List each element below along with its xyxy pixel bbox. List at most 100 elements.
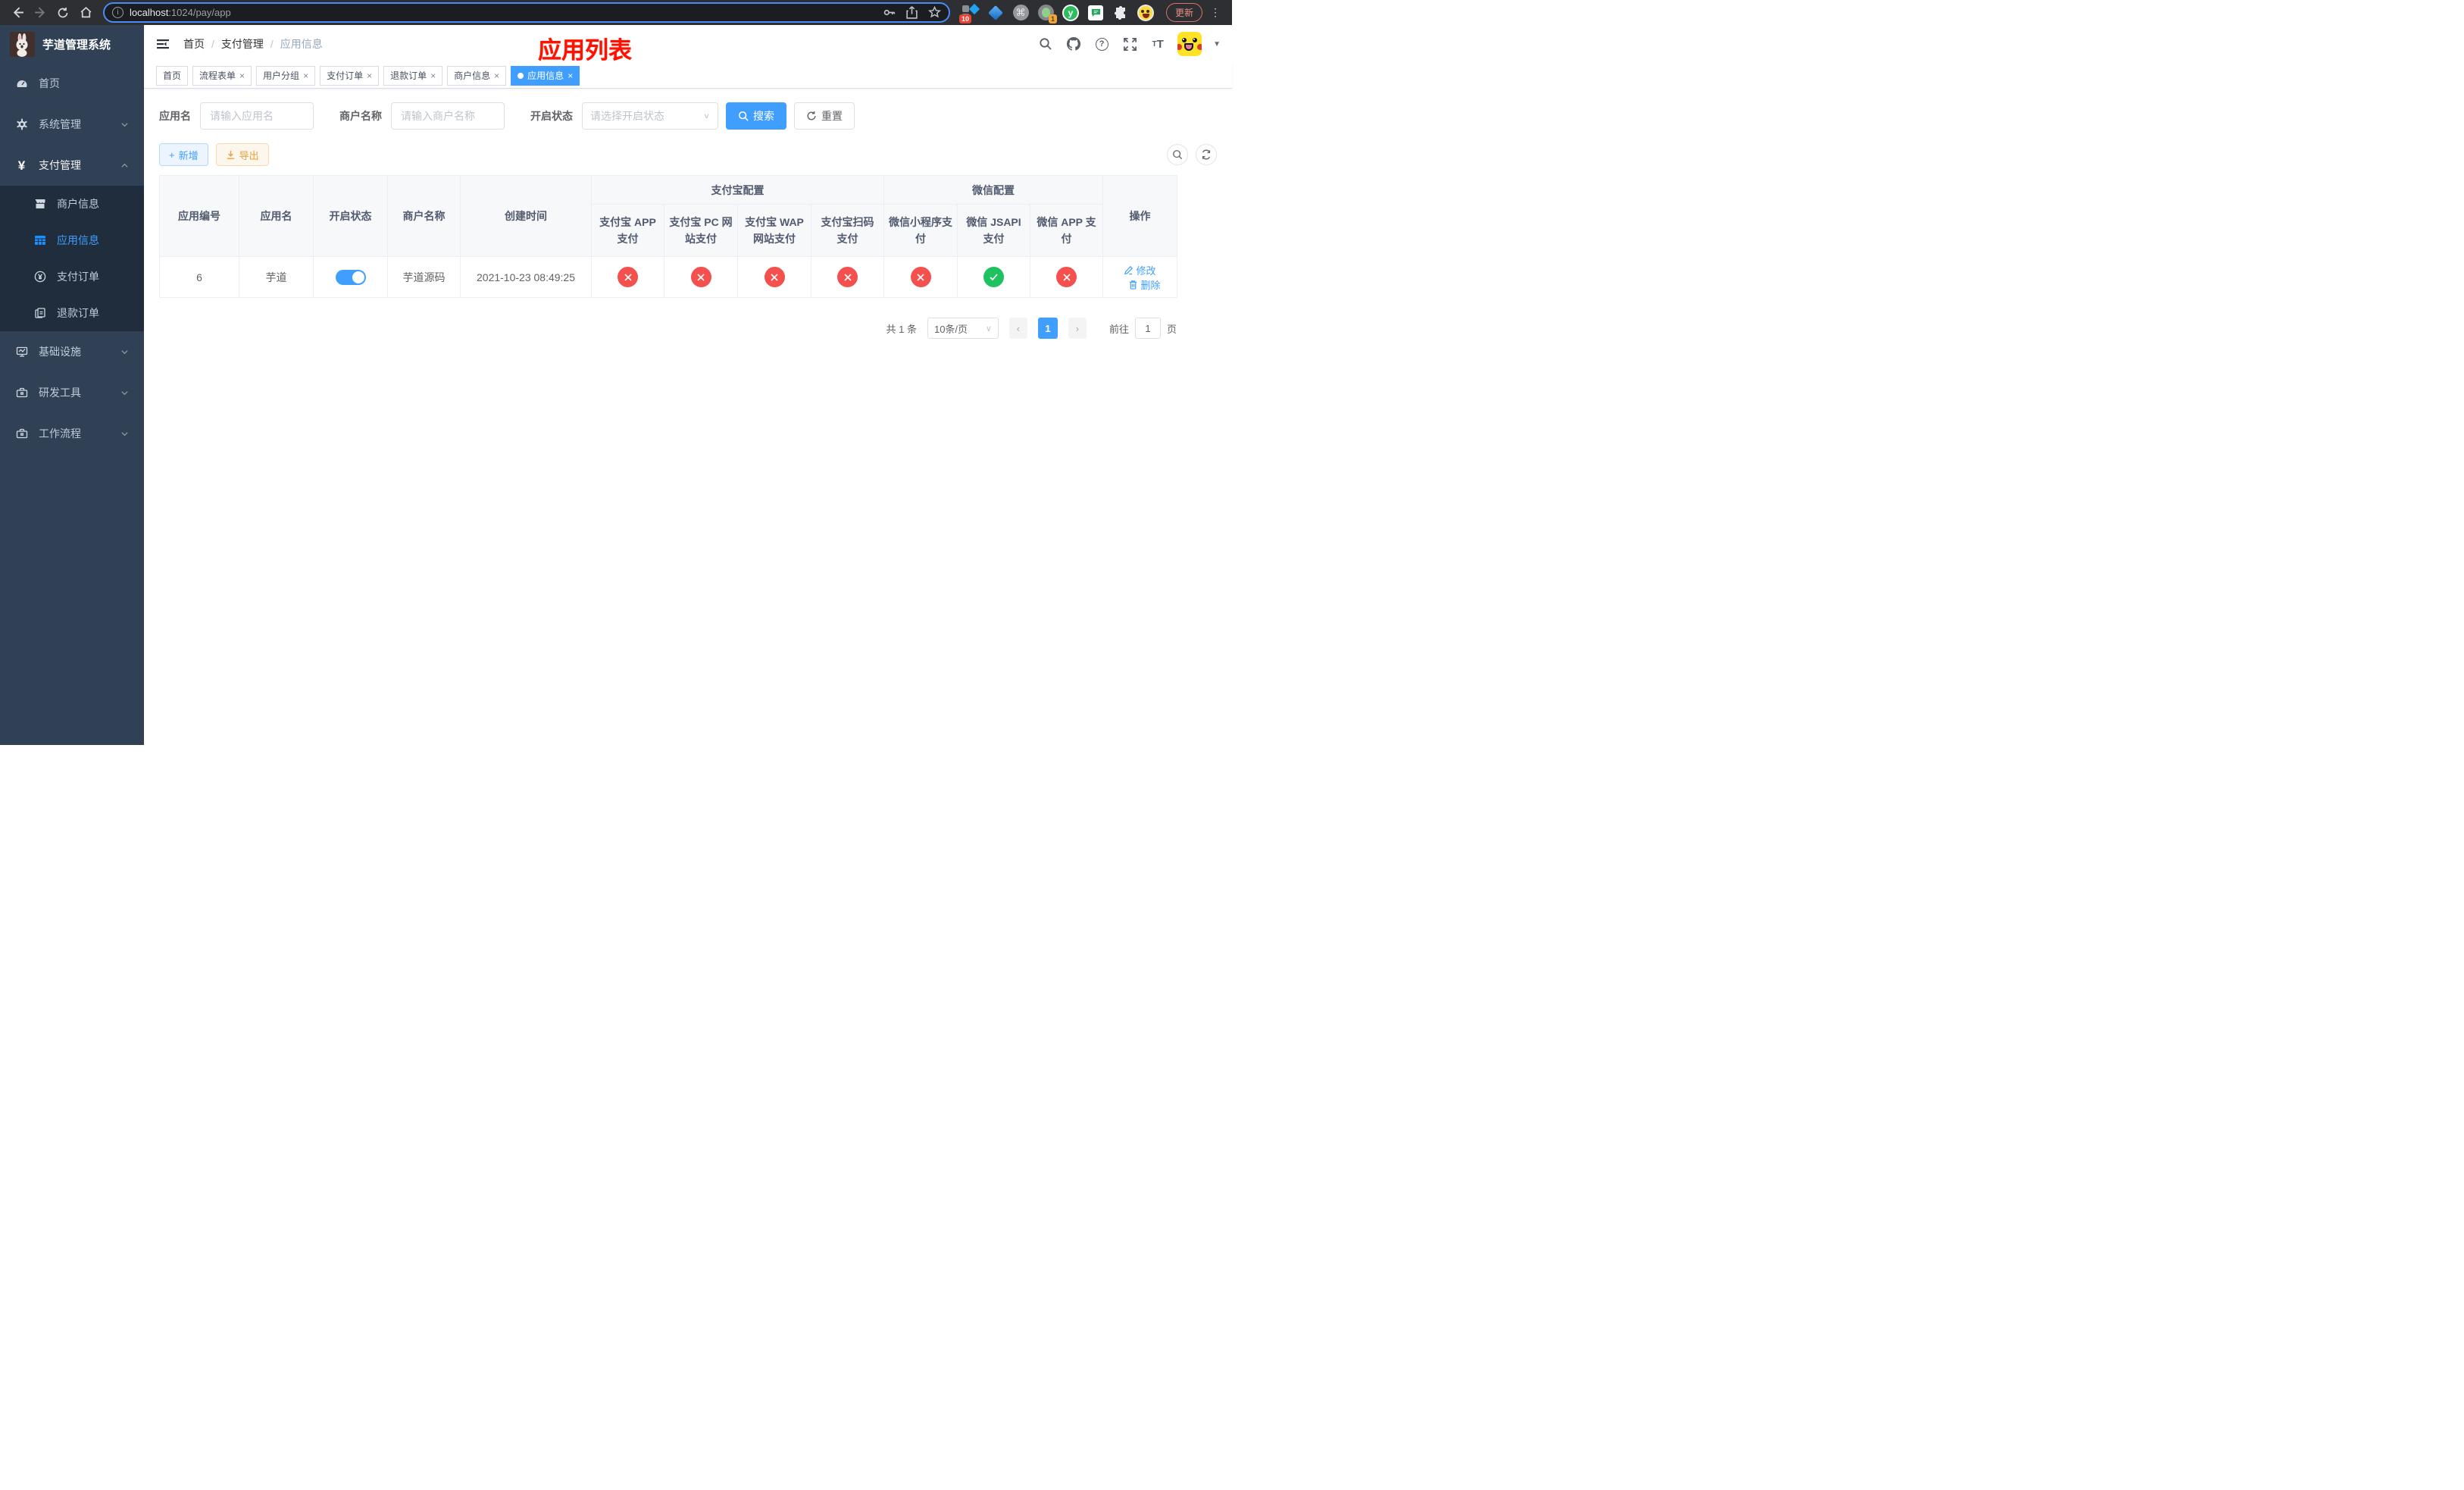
extension-yuque-icon[interactable]: y (1062, 4, 1079, 21)
status-label: 开启状态 (530, 110, 573, 122)
fullscreen-icon[interactable] (1121, 36, 1138, 52)
toggle-search-button[interactable] (1167, 144, 1188, 165)
close-icon[interactable]: × (367, 71, 372, 80)
close-icon[interactable]: × (430, 71, 436, 80)
chevron-down-icon (120, 430, 129, 438)
tag-home[interactable]: 首页× (156, 65, 189, 86)
extensions-puzzle-icon[interactable] (1112, 5, 1129, 21)
sidebar-item-merchant-info[interactable]: 商户信息 (0, 186, 144, 222)
sidebar-item-dev-tools[interactable]: 研发工具 (0, 372, 144, 413)
breadcrumb-separator: / (211, 38, 214, 50)
column-header-alipay-app: 支付宝 APP 支付 (591, 204, 664, 257)
sidebar-item-label: 首页 (39, 77, 60, 89)
close-icon[interactable]: × (494, 71, 499, 80)
browser-update-button[interactable]: 更新 (1166, 3, 1203, 22)
tag-pay-order[interactable]: 支付订单 × (320, 65, 380, 86)
column-header-wechat-app: 微信 APP 支付 (1030, 204, 1103, 257)
search-button[interactable]: 搜索 (726, 102, 786, 130)
tag-process-form[interactable]: 流程表单 × (192, 65, 252, 86)
add-button[interactable]: + 新增 (159, 143, 208, 166)
page-number-1[interactable]: 1 (1037, 318, 1058, 339)
sidebar-item-refund-order[interactable]: 退款订单 (0, 295, 144, 331)
payment-status-icon (618, 267, 638, 287)
tag-app-info[interactable]: 应用信息 × (511, 65, 580, 86)
user-menu-caret-icon[interactable]: ▼ (1213, 40, 1221, 49)
sidebar-logo-row[interactable]: 芋道管理系统 (0, 25, 144, 63)
browser-back-button[interactable] (8, 3, 27, 23)
sidebar-item-pay-order[interactable]: 支付订单 (0, 258, 144, 295)
password-key-icon[interactable] (883, 6, 896, 19)
sidebar-item-infra[interactable]: 基础设施 (0, 331, 144, 372)
address-bar[interactable]: i localhost:1024/pay/app (103, 2, 950, 23)
bookmark-star-icon[interactable] (928, 6, 941, 19)
edit-link[interactable]: 修改 (1124, 263, 1156, 277)
breadcrumb-home[interactable]: 首页 (183, 36, 205, 52)
close-icon[interactable]: × (568, 71, 573, 80)
sidebar-item-label: 基础设施 (39, 346, 81, 358)
github-icon[interactable] (1065, 36, 1082, 52)
sidebar-item-home[interactable]: 首页 (0, 63, 144, 104)
extension-command-icon[interactable]: ⌘ (1012, 5, 1029, 21)
page-size-select[interactable]: 10条/页 ∨ (927, 318, 999, 339)
column-header-wechat-mini: 微信小程序支付 (883, 204, 958, 257)
tag-merchant-info[interactable]: 商户信息 × (447, 65, 507, 86)
search-form: 应用名 商户名称 开启状态 请选择开启状态 ∨ 搜索 重置 (159, 102, 1217, 130)
goto-label: 前往 (1108, 323, 1129, 335)
extension-emoji-icon[interactable] (1137, 4, 1154, 21)
toolbox-icon (15, 427, 28, 440)
refresh-table-button[interactable] (1196, 144, 1217, 165)
sidebar-item-workflow[interactable]: 工作流程 (0, 413, 144, 454)
breadcrumb-current: 应用信息 (280, 38, 323, 50)
delete-link[interactable]: 删除 (1128, 277, 1161, 292)
plus-icon: + (169, 149, 175, 161)
pagination-total: 共 1 条 (886, 323, 917, 335)
close-icon[interactable]: × (239, 71, 245, 80)
cell-app-name: 芋道 (239, 256, 314, 298)
browser-forward-button[interactable] (30, 3, 50, 23)
extension-blue-diamond-icon[interactable]: 10 (959, 3, 980, 23)
merchant-name-input[interactable] (391, 102, 505, 130)
search-icon (738, 111, 749, 121)
search-icon (1173, 150, 1183, 160)
share-icon[interactable] (906, 6, 918, 19)
header-search-button[interactable] (1037, 36, 1054, 52)
tag-refund-order[interactable]: 退款订单 × (383, 65, 443, 86)
app-name-input[interactable] (200, 102, 314, 130)
sidebar-item-system[interactable]: 系统管理 (0, 104, 144, 145)
reset-button[interactable]: 重置 (794, 102, 855, 130)
browser-reload-button[interactable] (53, 3, 73, 23)
site-info-icon[interactable]: i (112, 7, 124, 18)
font-size-icon[interactable]: TT (1149, 36, 1166, 52)
puzzle-glyph (1115, 5, 1125, 20)
browser-home-button[interactable] (76, 3, 95, 23)
cell-created-time: 2021-10-23 08:49:25 (460, 256, 592, 298)
goto-page-input[interactable] (1134, 318, 1161, 339)
export-button[interactable]: 导出 (215, 143, 269, 166)
refresh-icon (1202, 149, 1211, 160)
extension-chat-icon[interactable] (1087, 5, 1104, 21)
breadcrumb-payment[interactable]: 支付管理 (221, 36, 264, 52)
edit-pencil-icon (1124, 265, 1134, 274)
url-text[interactable]: localhost:1024/pay/app (130, 7, 877, 18)
tag-user-group[interactable]: 用户分组 × (256, 65, 316, 86)
tags-view: 首页× 流程表单× 用户分组× 支付订单× 退款订单× 商户信息× 应用信息× (144, 63, 1232, 89)
browser-menu-button[interactable]: ⋮ (1210, 6, 1221, 19)
sidebar-item-payment[interactable]: ¥ 支付管理 (0, 145, 144, 186)
payment-status-icon (764, 267, 785, 287)
prev-page-button[interactable]: ‹ (1008, 318, 1027, 339)
forward-arrow-icon (34, 7, 45, 18)
status-select[interactable]: 请选择开启状态 ∨ (582, 102, 718, 130)
sidebar-collapse-button[interactable] (155, 36, 170, 52)
close-icon[interactable]: × (303, 71, 308, 80)
status-toggle[interactable] (335, 269, 366, 285)
sidebar-item-app-info[interactable]: 应用信息 (0, 222, 144, 258)
app-logo (10, 31, 35, 57)
table-toolbar: + 新增 导出 (159, 143, 1217, 166)
extension-recorder-icon[interactable]: 1 (1037, 5, 1057, 23)
payment-status-icon (837, 267, 858, 287)
next-page-button[interactable]: › (1068, 318, 1087, 339)
extension-kite-icon[interactable] (987, 5, 1004, 21)
column-header-created: 创建时间 (460, 175, 592, 257)
help-icon[interactable]: ? (1093, 36, 1110, 52)
user-avatar[interactable] (1177, 32, 1202, 56)
